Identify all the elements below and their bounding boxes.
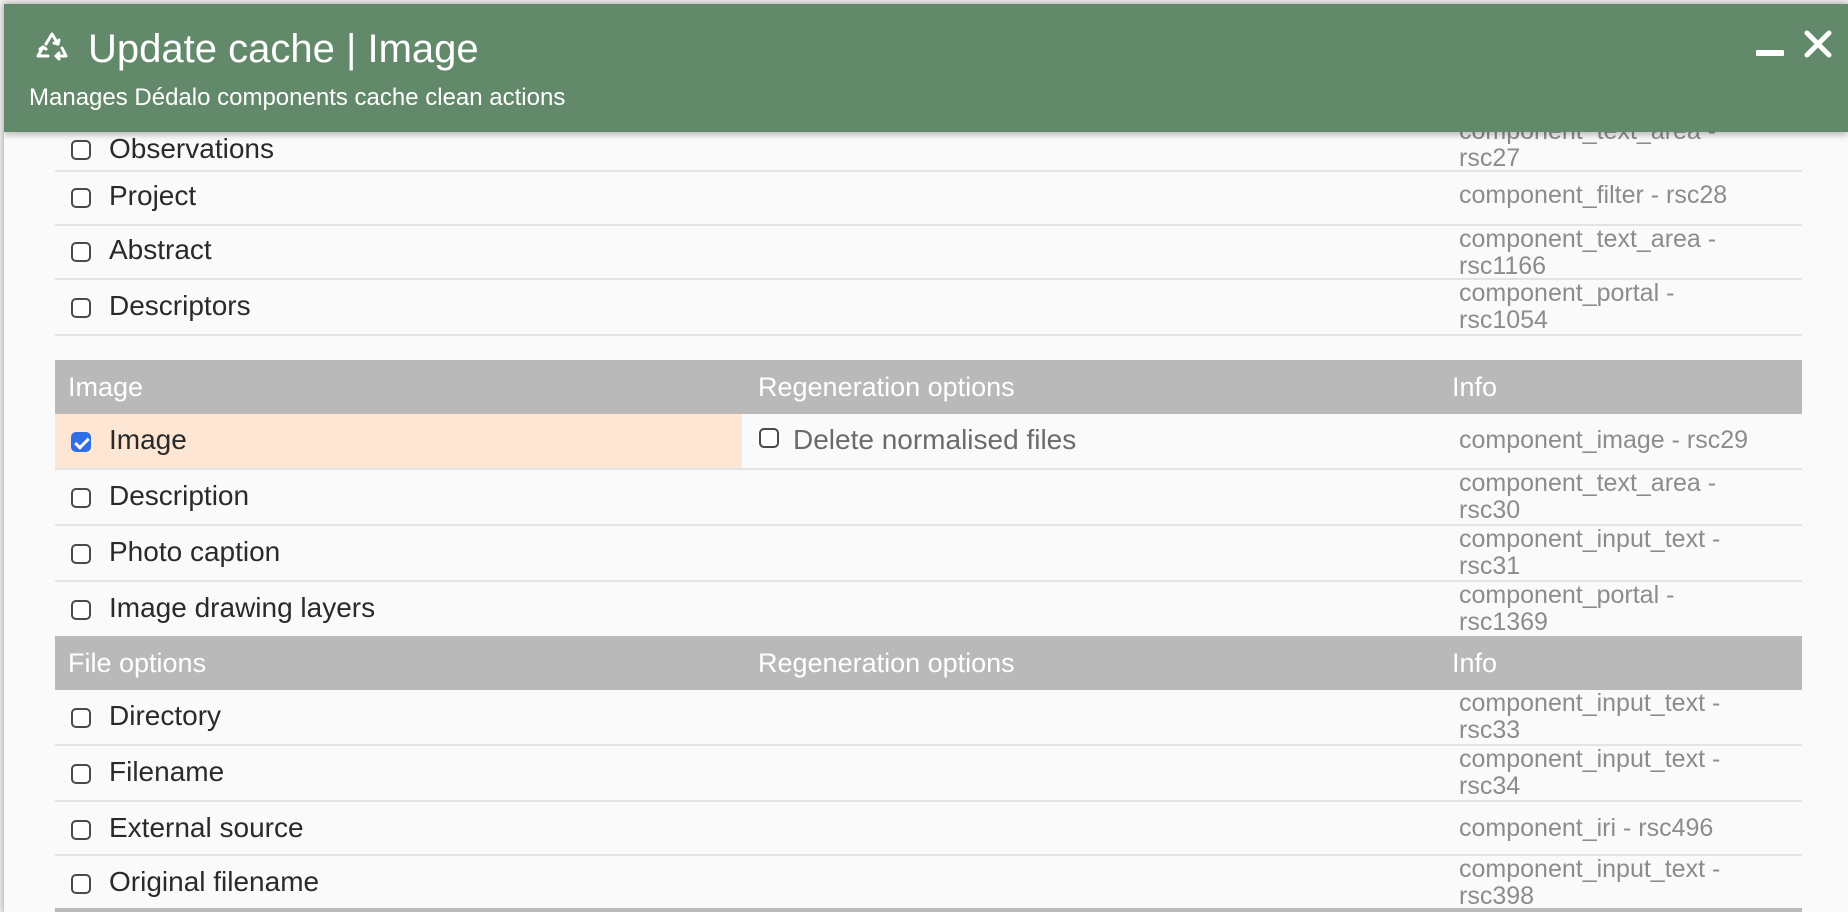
recycle-icon [36,32,68,61]
section-header-file-options: File options Regeneration options Info [55,636,1802,690]
item-label: External source [109,812,304,843]
checkbox[interactable] [71,188,91,208]
item-label: Photo caption [109,536,281,567]
list-item[interactable]: Original filename component_input_text -… [55,856,1802,910]
item-info: component_iri - rsc496 [1459,814,1714,842]
list-item[interactable]: Abstract component_text_area - rsc1166 [55,226,1802,280]
item-label: Project [109,180,197,211]
item-label: Description [109,480,250,511]
modal-title: Update cache | Image [88,27,479,71]
list-item[interactable]: Description component_text_area - rsc30 [55,470,1802,526]
item-info: component_image - rsc29 [1459,426,1749,454]
section-col-info: Info [1452,648,1498,678]
section-header-image: Image Regeneration options Info [55,360,1802,414]
list-item[interactable]: Image drawing layers component_portal - … [55,582,1802,638]
close-icon[interactable] [1798,24,1838,64]
checkbox[interactable] [71,242,91,262]
item-info: component_text_area - rsc1166 [1459,225,1717,280]
list-item[interactable]: Observations component_text_area - rsc27 [55,132,1802,172]
item-info: component_input_text - rsc398 [1459,855,1721,910]
modal-content: Observations component_text_area - rsc27… [4,132,1848,912]
checkbox[interactable] [71,874,91,894]
section-col-regeneration: Regeneration options [758,648,1015,678]
checkbox[interactable] [71,820,91,840]
checkbox[interactable] [71,298,91,318]
section-col-regeneration: Regeneration options [758,372,1015,402]
minimize-button[interactable] [1752,32,1788,68]
list-item-selected[interactable]: Image Delete normalised files component_… [55,414,1802,470]
checkbox[interactable] [71,140,91,160]
modal-header: Update cache | Image Manages Dédalo comp… [4,4,1848,132]
list-item[interactable]: Directory component_input_text - rsc33 [55,690,1802,746]
checkbox[interactable] [759,428,779,448]
list-item[interactable]: Filename component_input_text - rsc34 [55,746,1802,802]
item-label: Observations [109,133,274,164]
list-item[interactable]: Photo caption component_input_text - rsc… [55,526,1802,582]
list-item[interactable]: Project component_filter - rsc28 [55,172,1802,226]
checkbox[interactable] [71,544,91,564]
item-info: component_portal - rsc1054 [1459,279,1675,334]
section-col-title: Image [68,372,144,402]
item-label: Filename [109,756,225,787]
modal-subtitle: Manages Dédalo components cache clean ac… [29,84,566,111]
update-cache-modal: Update cache | Image Manages Dédalo comp… [4,4,1848,912]
checkbox[interactable] [71,764,91,784]
section-divider [55,908,1802,912]
item-label: Abstract [109,234,212,265]
item-label: Directory [109,700,222,731]
item-label: Image drawing layers [109,592,376,623]
item-info: component_input_text - rsc33 [1459,689,1721,744]
item-info: component_input_text - rsc31 [1459,525,1721,580]
item-label: Descriptors [109,290,251,321]
item-info: component_filter - rsc28 [1459,181,1728,209]
item-info: component_input_text - rsc34 [1459,745,1721,800]
checkbox[interactable] [71,600,91,620]
checkbox[interactable] [71,708,91,728]
item-info: component_text_area - rsc27 [1459,132,1716,172]
checkbox[interactable] [71,488,91,508]
checkbox-checked[interactable] [71,432,91,452]
item-label: Image [109,424,187,455]
section-col-title: File options [68,648,207,678]
list-item[interactable]: External source component_iri - rsc496 [55,802,1802,856]
item-label: Original filename [109,866,320,897]
regeneration-option-label: Delete normalised files [793,424,1077,455]
section-col-info: Info [1452,372,1498,402]
list-item[interactable]: Descriptors component_portal - rsc1054 [55,280,1802,336]
item-info: component_text_area - rsc30 [1459,469,1717,524]
item-info: component_portal - rsc1369 [1459,581,1675,636]
